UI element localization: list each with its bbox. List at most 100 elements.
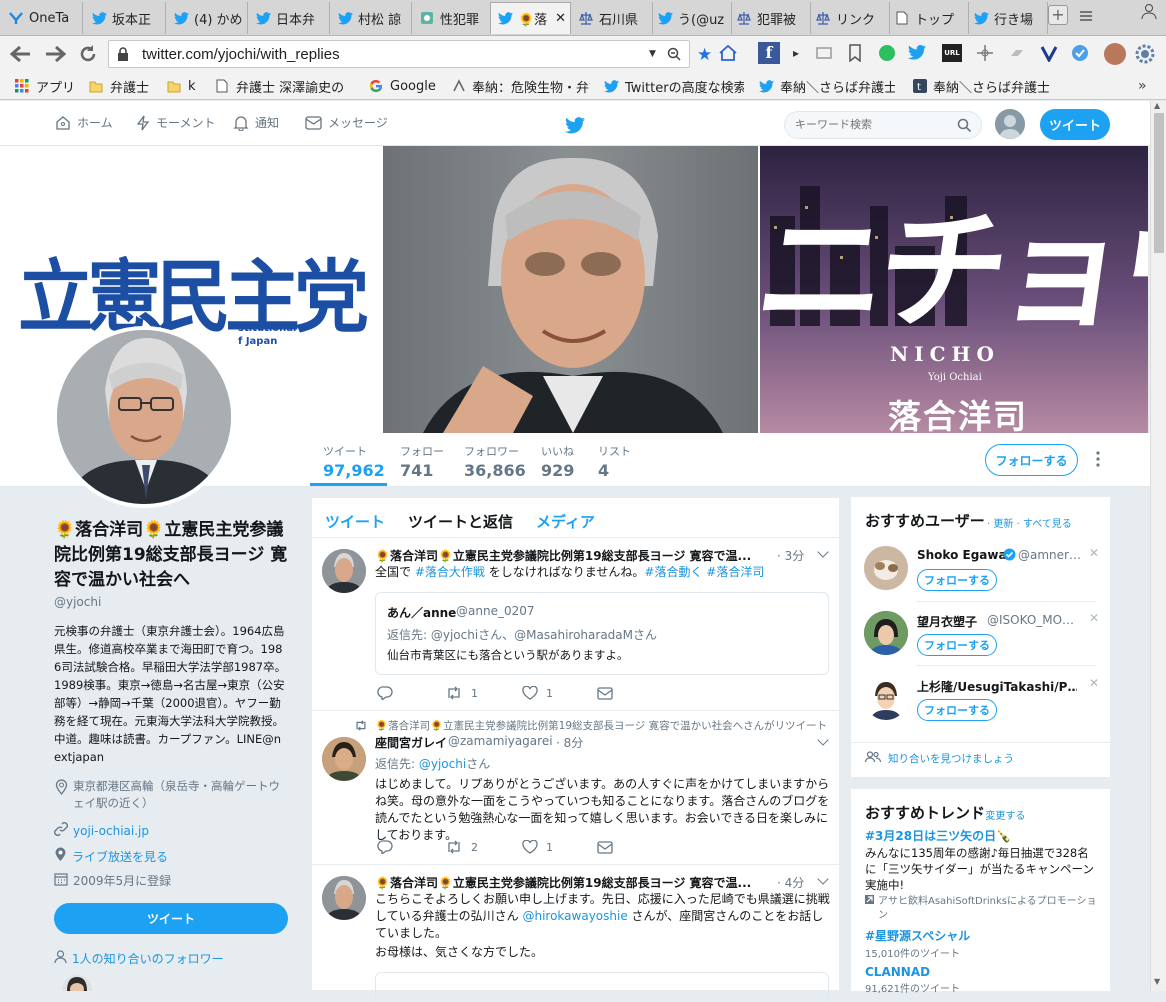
hashtag-link[interactable]: #落合大作戦 (415, 565, 485, 579)
tweet-author-name[interactable]: 座間宮ガレイ (375, 734, 447, 751)
account-avatar-icon[interactable] (1104, 43, 1126, 65)
more-options-icon[interactable] (1096, 451, 1100, 470)
extension-icon[interactable] (815, 44, 833, 65)
browser-tab[interactable]: 石川県 (572, 2, 653, 34)
tweet-button[interactable]: ツイート (1040, 109, 1110, 140)
dismiss-icon[interactable]: ✕ (1089, 676, 1099, 690)
browser-tab[interactable]: リンク (809, 2, 890, 34)
zoom-icon[interactable] (667, 47, 681, 64)
new-tab-button[interactable]: + (1048, 5, 1068, 25)
quoted-tweet[interactable] (375, 972, 829, 1002)
trend-item[interactable]: #星野源スペシャル 15,010件のツイート (865, 927, 970, 960)
browser-tab[interactable]: 性犯罪 (413, 2, 494, 34)
suggested-follow-button[interactable]: フォローする (917, 699, 997, 721)
suggested-follow-button[interactable]: フォローする (917, 634, 997, 656)
url-extension-icon[interactable]: URL (942, 44, 962, 62)
profile-tweet-button[interactable]: ツイート (54, 903, 288, 934)
bookmark-item[interactable]: 弁護士 (88, 77, 149, 96)
browser-tab[interactable]: (4) かめ (167, 2, 248, 34)
browser-tab[interactable]: 村松 諒 (331, 2, 412, 34)
dm-button[interactable] (597, 686, 621, 700)
nav-moments[interactable]: モーメント (136, 114, 216, 131)
tweet-author-handle[interactable]: @zamamiyagarei (448, 734, 553, 748)
suggested-user-name[interactable]: Shoko Egawa (917, 548, 1007, 562)
trend-item[interactable]: #3月28日は三ツ矢の日🍾 みんなに135周年の感謝♪毎日抽選で328名に「三ツ… (865, 827, 1100, 923)
retweet-button[interactable]: 1 (445, 686, 478, 700)
tab-list-icon[interactable] (1078, 8, 1094, 27)
tweet-menu-chevron-icon[interactable] (817, 873, 829, 885)
twitter-logo-icon[interactable] (565, 117, 585, 137)
trend-tag[interactable]: #星野源スペシャル (865, 927, 970, 944)
gear-icon[interactable] (1134, 43, 1156, 68)
bookmark-item[interactable]: 奉納＼さらば弁護士 (759, 77, 895, 95)
quoted-tweet[interactable]: あん／anne @anne_0207 返信先: @yjochiさん、@Masah… (375, 592, 829, 675)
retweet-button[interactable]: 2 (445, 840, 478, 854)
suggested-user-name[interactable]: 望月衣塑子 (917, 613, 977, 630)
search-box[interactable] (784, 111, 982, 139)
suggested-follow-button[interactable]: フォローする (917, 569, 997, 591)
bookmark-item[interactable]: 弁護士 深澤諭史の (214, 77, 354, 95)
profile-icon[interactable] (1140, 2, 1158, 23)
star-icon[interactable]: ★ (697, 45, 712, 65)
profile-website-link[interactable]: yoji-ochiai.jp (73, 824, 149, 838)
address-bar[interactable]: twitter.com/yjochi/with_replies ▼ ★ (108, 40, 712, 68)
suggested-user[interactable]: 望月衣塑子 @ISOKO_MO… ✕ フォローする (851, 606, 1110, 670)
tweet-item[interactable]: 🌻落合洋司🌻立憲民主党参議院比例第19総支部長ヨージ 寛容で温... · 3分 … (312, 539, 841, 711)
nav-messages[interactable]: メッセージ (305, 114, 388, 131)
tweet-time[interactable]: · 3分 (777, 547, 804, 564)
dismiss-icon[interactable]: ✕ (1089, 611, 1099, 625)
bookmark-item[interactable]: Twitterの高度な検索 (604, 77, 744, 95)
follow-button[interactable]: フォローする (985, 444, 1078, 476)
find-friends-link[interactable]: 知り合いを見つけましょう (888, 751, 1014, 766)
reply-button[interactable] (377, 840, 401, 854)
bookmark-item[interactable]: 奉納：危険生物・弁護 (452, 77, 590, 95)
suggested-user-avatar[interactable] (864, 676, 908, 720)
tweet-author-name[interactable]: 🌻落合洋司🌻立憲民主党参議院比例第19総支部長ヨージ 寛容で温... (375, 874, 765, 891)
tweet-author-name[interactable]: 🌻落合洋司🌻立憲民主党参議院比例第19総支部長ヨージ 寛容で温... (375, 547, 765, 564)
profile-avatar[interactable] (53, 326, 235, 508)
link-icon[interactable] (1008, 44, 1026, 65)
followers-you-know-link[interactable]: 1人の知り合いのフォロワー (72, 950, 224, 967)
suggested-user-handle[interactable]: @amner… (1018, 548, 1081, 562)
suggested-user-avatar[interactable] (864, 546, 908, 590)
stat-lists[interactable]: リスト 4 (598, 443, 631, 480)
trend-tag[interactable]: CLANNAD (865, 965, 960, 979)
vivaldi-icon[interactable] (1040, 44, 1058, 65)
search-icon[interactable] (957, 118, 972, 136)
scroll-up-icon[interactable]: ▲ (1154, 101, 1160, 110)
user-avatar-icon[interactable] (995, 109, 1025, 139)
tweet-avatar[interactable] (322, 737, 366, 781)
tweet-menu-chevron-icon[interactable] (817, 734, 829, 746)
scrollbar-thumb[interactable] (1154, 113, 1164, 253)
nav-notifications[interactable]: 通知 (233, 114, 279, 131)
nav-home[interactable]: ホーム (55, 114, 113, 131)
browser-tab[interactable]: トップ (888, 2, 969, 34)
close-tab-icon[interactable]: ✕ (555, 11, 566, 26)
home-icon[interactable] (718, 43, 738, 66)
browser-tab[interactable]: 行き場 (967, 2, 1048, 34)
page-scrollbar[interactable]: ▲ ▼ (1150, 101, 1166, 991)
evernote-icon[interactable] (878, 44, 896, 65)
tab-media[interactable]: メディア (536, 511, 595, 532)
profile-live-link[interactable]: ライブ放送を見る (72, 848, 168, 865)
like-button[interactable]: 1 (522, 840, 553, 854)
bookmark-item[interactable]: t 奉納＼さらば弁護士 (913, 77, 1049, 95)
hashtag-link[interactable]: #落合洋司 (706, 565, 764, 579)
play-icon[interactable]: ▸ (793, 46, 799, 60)
mutual-follower-avatar[interactable] (62, 975, 92, 991)
tweet-avatar[interactable] (322, 876, 366, 920)
browser-tab[interactable]: 犯罪被 (730, 2, 811, 34)
stat-followers[interactable]: フォロワー 36,866 (464, 443, 526, 480)
retweeted-by[interactable]: 🌻落合洋司🌻立憲民主党参議院比例第19総支部長ヨージ 寛容で温かい社会へさんがリ… (375, 718, 830, 733)
reload-icon[interactable] (78, 44, 98, 67)
tweet-item[interactable]: 🌻落合洋司🌻立憲民主党参議院比例第19総支部長ヨージ 寛容で温... · 4分 … (312, 866, 841, 1002)
suggested-user[interactable]: 上杉隆/UesugiTakashi/P… ✕ フォローする (851, 671, 1110, 735)
forward-icon[interactable] (44, 45, 67, 66)
browser-tab[interactable]: 坂本正 (85, 2, 166, 34)
trend-tag[interactable]: #3月28日は三ツ矢の日🍾 (865, 827, 1100, 844)
suggested-user-name[interactable]: 上杉隆/UesugiTakashi/P… (917, 678, 1077, 695)
browser-tab[interactable]: 日本弁 (249, 2, 330, 34)
back-icon[interactable] (9, 45, 32, 66)
bookmark-icon[interactable] (848, 44, 862, 65)
facebook-icon[interactable]: f (758, 42, 780, 64)
